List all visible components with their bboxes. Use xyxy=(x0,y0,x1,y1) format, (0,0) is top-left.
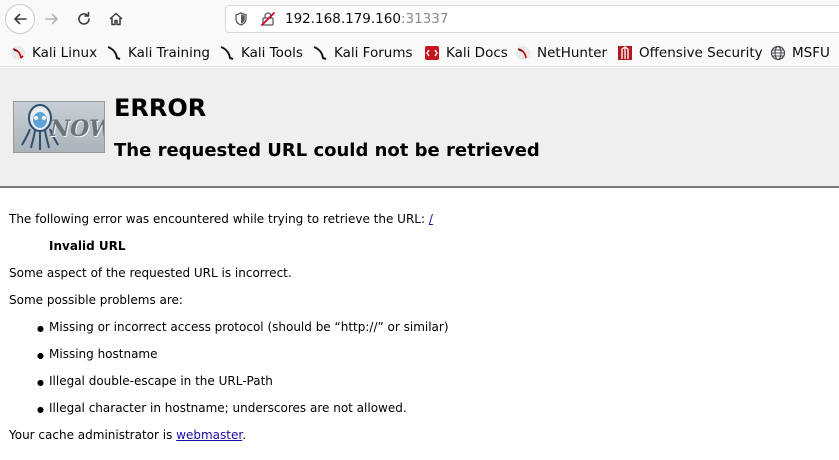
url-host: 192.168.179.160 xyxy=(285,11,401,27)
bookmark-label: NetHunter xyxy=(537,45,608,61)
bookmark-label: Kali Docs xyxy=(446,45,508,61)
admin-line: Your cache administrator is webmaster. xyxy=(9,428,246,442)
bookmark-kali-training[interactable]: Kali Training xyxy=(106,44,210,62)
logo-text: NOW xyxy=(50,116,104,142)
error-subtitle: The requested URL could not be retrieved xyxy=(114,140,540,161)
problem-item: Missing or incorrect access protocol (sh… xyxy=(37,320,449,334)
problem-item: Missing hostname xyxy=(37,347,157,361)
bookmark-label: Kali Training xyxy=(128,45,210,61)
home-icon xyxy=(109,12,123,26)
error-intro-line: The following error was encountered whil… xyxy=(9,212,433,226)
forward-button[interactable] xyxy=(37,4,67,34)
error-intro: The following error was encountered whil… xyxy=(9,212,426,226)
globe-icon xyxy=(770,45,786,61)
error-description: Some aspect of the requested URL is inco… xyxy=(9,266,292,280)
kali-dragon-icon xyxy=(107,46,121,60)
bookmark-offensive-security[interactable]: Offensive Security xyxy=(617,44,763,62)
insecure-lock-icon[interactable] xyxy=(260,11,276,27)
bookmark-label: Kali Forums xyxy=(334,45,413,61)
nethunter-icon xyxy=(516,46,530,60)
error-name: Invalid URL xyxy=(49,239,126,253)
bookmark-kali-docs[interactable]: Kali Docs xyxy=(424,44,508,62)
requested-url-link[interactable]: / xyxy=(429,212,433,226)
kali-docs-icon xyxy=(425,46,439,60)
squid-logo: NOW xyxy=(13,101,105,153)
bookmark-label: MSFU xyxy=(792,45,830,61)
arrow-left-icon xyxy=(14,13,27,25)
bookmark-msfu[interactable]: MSFU xyxy=(770,44,830,62)
kali-linux-icon xyxy=(11,46,25,60)
tracking-shield-icon[interactable] xyxy=(234,12,248,26)
bookmarks-bar: Kali Linux Kali Training Kali Tools Kali… xyxy=(0,39,839,67)
bookmark-nethunter[interactable]: NetHunter xyxy=(515,44,607,62)
offsec-icon xyxy=(618,46,632,60)
address-bar[interactable]: 192.168.179.160:31337 xyxy=(225,5,839,33)
url-port: :31337 xyxy=(400,11,449,27)
bookmark-kali-forums[interactable]: Kali Forums xyxy=(312,44,413,62)
problem-item: Illegal character in hostname; underscor… xyxy=(37,401,407,415)
bookmark-kali-tools[interactable]: Kali Tools xyxy=(219,44,303,62)
reload-icon xyxy=(78,11,90,25)
bookmark-kali-linux[interactable]: Kali Linux xyxy=(10,44,97,62)
bookmark-label: Kali Linux xyxy=(32,45,98,61)
bookmark-label: Offensive Security xyxy=(639,45,763,61)
error-header: NOW xyxy=(0,68,839,188)
problems-heading: Some possible problems are: xyxy=(9,293,183,307)
bookmark-label: Kali Tools xyxy=(241,45,303,61)
kali-dragon-icon xyxy=(313,46,327,60)
admin-suffix: . xyxy=(242,428,247,442)
kali-dragon-icon xyxy=(220,46,234,60)
reload-button[interactable] xyxy=(69,4,99,34)
admin-prefix: Your cache administrator is xyxy=(9,428,173,442)
home-button[interactable] xyxy=(101,4,131,34)
problem-item: Illegal double-escape in the URL-Path xyxy=(37,374,273,388)
url-text[interactable]: 192.168.179.160:31337 xyxy=(285,11,448,27)
arrow-right-icon xyxy=(45,13,58,25)
back-button[interactable] xyxy=(5,4,35,34)
browser-toolbar: 192.168.179.160:31337 xyxy=(0,0,839,39)
webmaster-link[interactable]: webmaster xyxy=(176,428,242,442)
error-title: ERROR xyxy=(114,94,207,122)
